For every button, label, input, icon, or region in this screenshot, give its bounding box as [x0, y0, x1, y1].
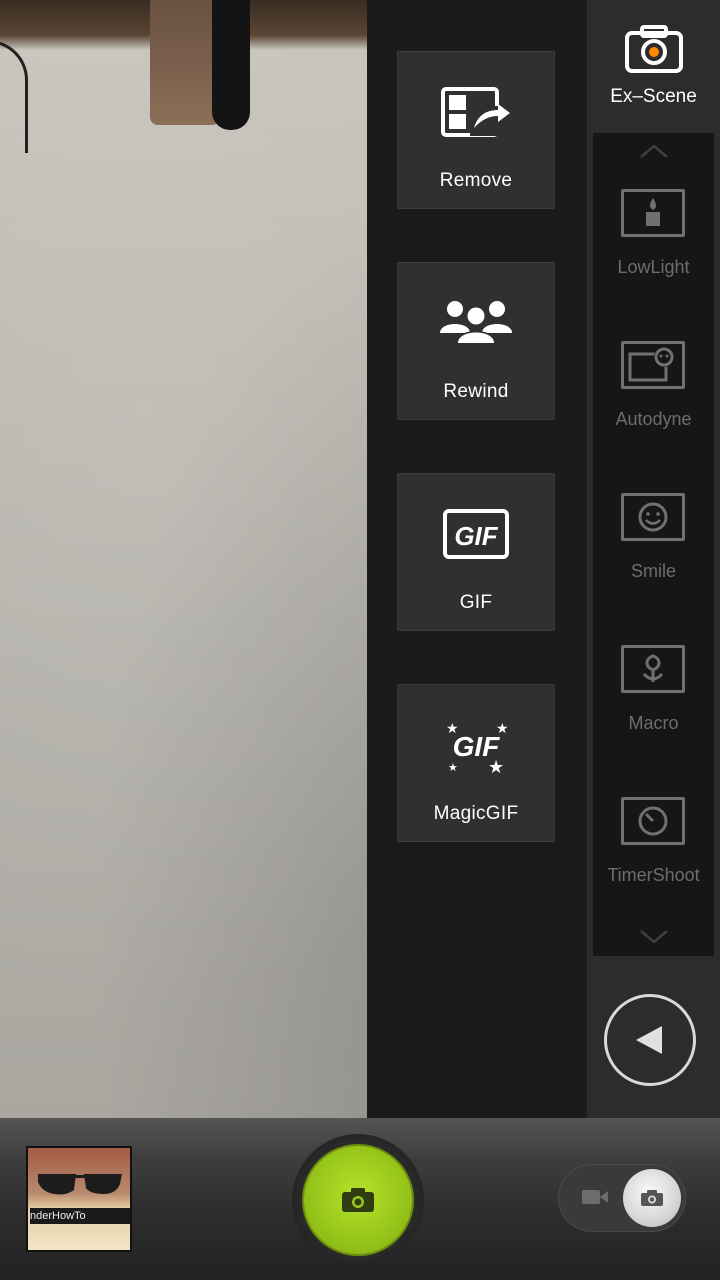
selfie-icon — [621, 341, 685, 389]
scroll-down-button[interactable] — [593, 929, 714, 945]
thumbnail-caption: nderHowTo — [30, 1208, 130, 1224]
viewfinder-dark-leg — [212, 0, 250, 130]
shutter-ring — [292, 1134, 424, 1266]
timer-icon — [621, 797, 685, 845]
photo-mode-knob[interactable] — [623, 1169, 681, 1227]
scene-column: Ex–Scene LowLight Autodyne Smile Macro T… — [587, 0, 720, 1118]
bottom-control-bar: nderHowTo — [0, 1118, 720, 1280]
scene-header-label: Ex–Scene — [610, 86, 697, 107]
effect-magicgif-button[interactable]: GIF ★ ★ ★ ★ MagicGIF — [397, 684, 555, 842]
effect-gif-label: GIF — [459, 592, 493, 613]
gallery-thumbnail[interactable]: nderHowTo — [26, 1146, 132, 1252]
scene-item-macro-label: Macro — [628, 713, 679, 733]
camera-scene-icon — [624, 24, 684, 79]
svg-text:★: ★ — [488, 757, 504, 775]
svg-text:★: ★ — [496, 721, 509, 737]
scene-item-timershoot-label: TimerShoot — [607, 865, 700, 885]
gif-icon: GIF — [398, 508, 554, 568]
flower-icon — [621, 645, 685, 693]
effect-gif-button[interactable]: GIF GIF — [397, 473, 555, 631]
back-button[interactable] — [604, 994, 696, 1086]
chevron-down-icon — [639, 930, 668, 944]
effect-remove-button[interactable]: Remove — [397, 51, 555, 209]
chevron-up-icon — [639, 144, 668, 158]
scene-list[interactable]: LowLight Autodyne Smile Macro TimerShoot — [593, 133, 714, 956]
svg-text:★: ★ — [446, 721, 459, 737]
camera-icon — [641, 1190, 663, 1206]
magic-gif-icon: GIF ★ ★ ★ ★ — [398, 719, 554, 779]
effect-remove-label: Remove — [439, 170, 513, 191]
scene-item-lowlight-label: LowLight — [617, 257, 690, 277]
remove-icon — [398, 86, 554, 146]
sunglasses-image — [38, 1174, 122, 1195]
group-faces-icon — [398, 297, 554, 357]
effect-rewind-label: Rewind — [443, 381, 509, 402]
viewfinder-cable — [0, 40, 28, 153]
scene-item-autodyne-label: Autodyne — [615, 409, 692, 429]
smile-face-icon — [621, 493, 685, 541]
scene-header[interactable]: Ex–Scene — [587, 0, 720, 120]
svg-text:★: ★ — [448, 761, 458, 774]
svg-text:GIF: GIF — [454, 521, 498, 551]
shutter-button[interactable] — [302, 1144, 414, 1256]
scroll-up-button[interactable] — [593, 143, 714, 159]
effect-rewind-button[interactable]: Rewind — [397, 262, 555, 420]
thumbnail-subcaption — [28, 1226, 130, 1234]
effects-panel: Remove Rewind GIF GIF GIF ★ ★ ★ ★ MagicG… — [367, 0, 587, 1118]
back-triangle-icon — [636, 1026, 662, 1054]
viewfinder-wood-leg — [150, 0, 220, 125]
video-icon — [582, 1190, 608, 1204]
scene-item-smile-label: Smile — [630, 561, 676, 581]
candle-icon — [621, 189, 685, 237]
effect-magicgif-label: MagicGIF — [433, 803, 519, 824]
photo-video-mode-switch[interactable] — [558, 1164, 686, 1232]
camera-icon — [342, 1188, 374, 1212]
